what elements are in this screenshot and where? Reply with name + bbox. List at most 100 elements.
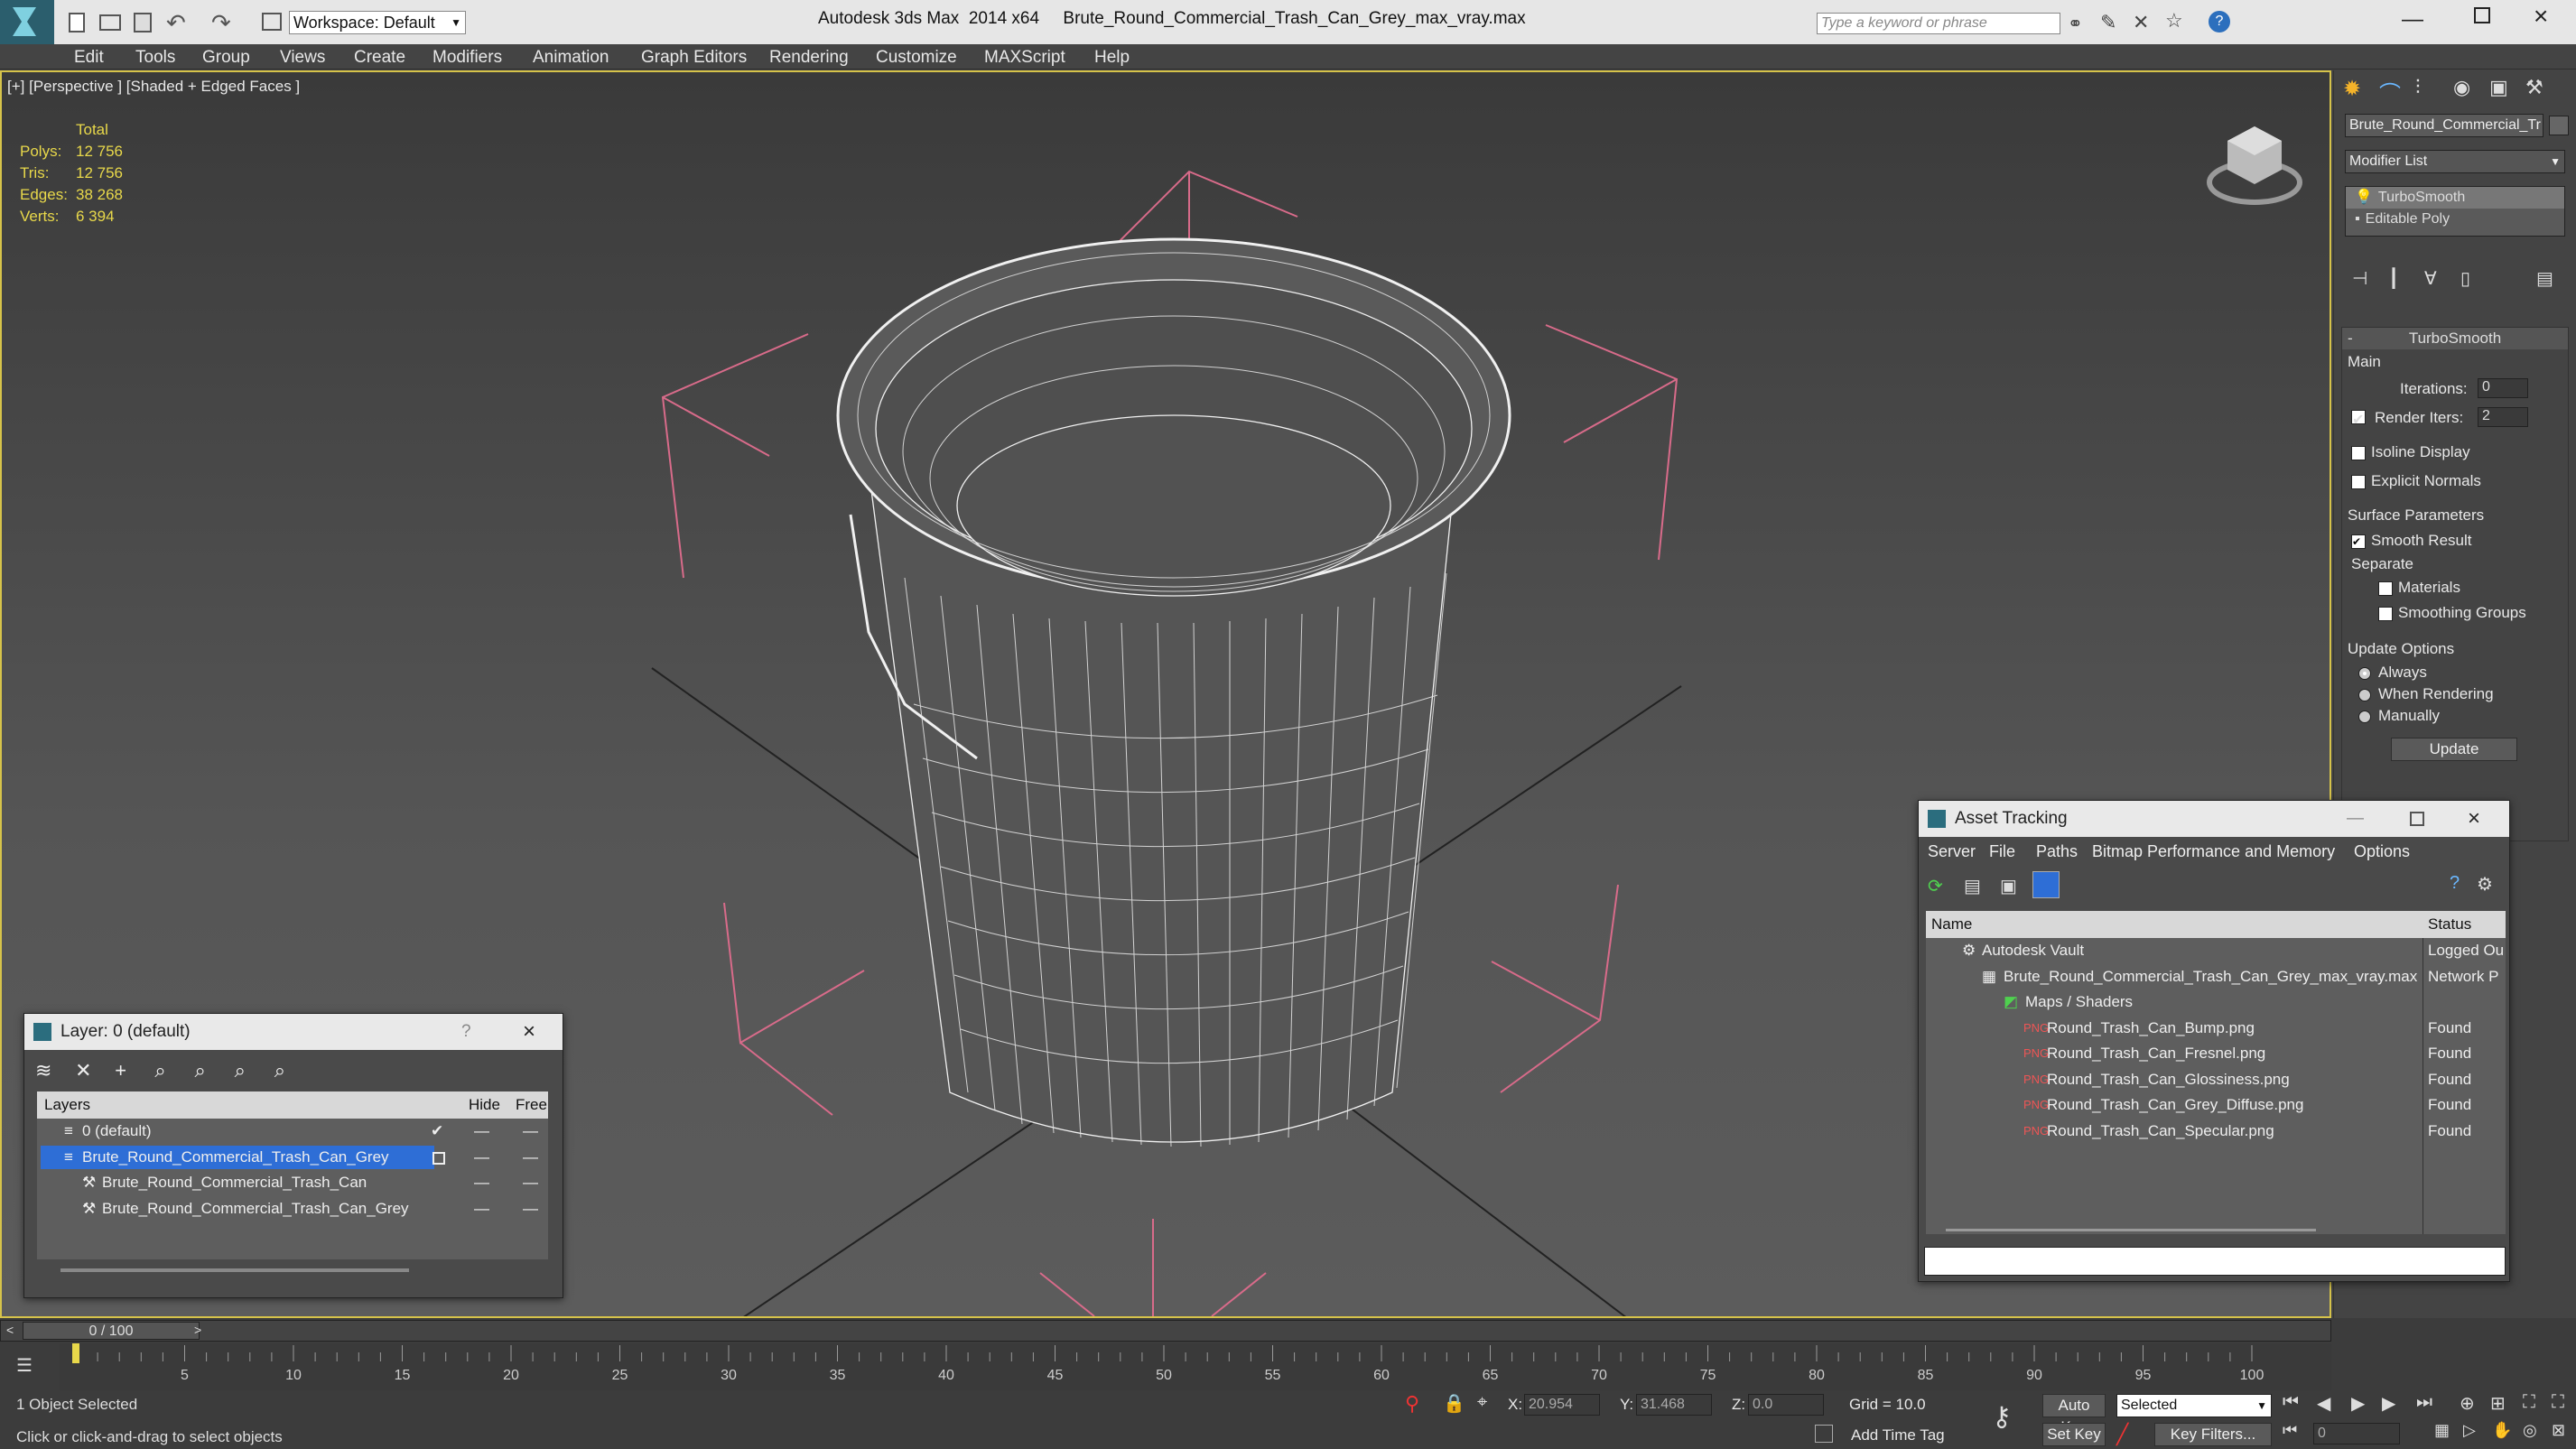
hierarchy-tab-icon[interactable]: ⫶ <box>2415 76 2421 99</box>
checkbox-checked[interactable]: ✔ <box>2351 409 2366 428</box>
delete-layer-icon[interactable]: ✕ <box>75 1059 98 1082</box>
col-hide[interactable]: Hide <box>469 1091 500 1119</box>
highlight-layer-icon[interactable]: ⌕ <box>195 1059 219 1082</box>
asset-row[interactable]: PNG Round_Trash_Can_Glossiness.png Found <box>1926 1067 2506 1093</box>
menu-maxscript[interactable]: MAXScript <box>984 44 1065 71</box>
go-to-end-icon[interactable]: ⏭ <box>2416 1392 2432 1413</box>
menu-tools[interactable]: Tools <box>135 44 175 71</box>
list-view-icon[interactable]: ▤ <box>1964 875 1981 897</box>
project-folder-icon[interactable] <box>262 13 282 31</box>
checkbox-checked[interactable]: ✔ <box>2351 534 2366 549</box>
search-input[interactable]: Type a keyword or phrase <box>1817 13 2060 34</box>
hide-toggle[interactable]: — <box>474 1170 489 1196</box>
zoom-all-icon[interactable]: ⊞ <box>2490 1392 2506 1415</box>
asset-menu-bitmap[interactable]: Bitmap Performance and Memory <box>2092 842 2335 861</box>
layer-hscrollbar[interactable] <box>60 1268 409 1272</box>
add-to-layer-icon[interactable]: + <box>115 1059 138 1082</box>
previous-frame-icon[interactable]: ◀ <box>2317 1392 2330 1415</box>
time-slider[interactable]: < 0 / 100 > <box>0 1320 2331 1342</box>
hide-toggle[interactable]: — <box>474 1119 489 1145</box>
explicit-normals-option[interactable]: Explicit Normals <box>2351 472 2481 490</box>
layer-dialog-title-bar[interactable]: Layer: 0 (default) ? × <box>24 1014 563 1050</box>
make-unique-icon[interactable]: ∀ <box>2424 267 2437 290</box>
configure-sets-icon[interactable]: ▤ <box>2536 267 2553 290</box>
maximize-button[interactable] <box>2410 812 2424 826</box>
new-layer-icon[interactable]: ≋ <box>35 1059 59 1082</box>
go-to-start-icon[interactable]: ⏮ <box>2283 1392 2299 1413</box>
current-frame-field[interactable]: 0 <box>2313 1423 2400 1444</box>
x-coordinate-field[interactable]: 20.954 <box>1524 1394 1600 1416</box>
field-of-view-icon[interactable]: ▷ <box>2463 1421 2476 1440</box>
time-slider-thumb[interactable]: 0 / 100 <box>23 1322 200 1340</box>
current-frame-marker[interactable] <box>72 1343 79 1363</box>
radio[interactable] <box>2358 688 2371 701</box>
asset-row[interactable]: PNG Round_Trash_Can_Fresnel.png Found <box>1926 1041 2506 1067</box>
iterations-spinner[interactable]: 0 <box>2478 378 2528 398</box>
lightbulb-icon[interactable]: 💡 <box>2355 190 2373 205</box>
object-color-swatch[interactable] <box>2549 116 2569 135</box>
asset-menu-paths[interactable]: Paths <box>2036 842 2078 861</box>
checkbox[interactable] <box>2351 474 2366 489</box>
create-tab-icon[interactable]: ✹ <box>2343 76 2361 102</box>
communication-icon[interactable]: ✎ <box>2100 11 2116 34</box>
freeze-toggle[interactable]: — <box>523 1196 538 1222</box>
asset-row[interactable]: ⚙ Autodesk Vault Logged Ou <box>1926 938 2506 964</box>
modifier-stack-item[interactable]: 💡 TurboSmooth <box>2346 187 2564 209</box>
layer-row[interactable]: ⚒ Brute_Round_Commercial_Trash_Can_Grey — — <box>37 1196 548 1222</box>
menu-help[interactable]: Help <box>1094 44 1130 71</box>
layer-row[interactable]: ⚒ Brute_Round_Commercial_Trash_Can — — <box>37 1170 548 1196</box>
pan-icon[interactable]: ✋ <box>2492 1421 2512 1440</box>
materials-option[interactable]: Materials <box>2378 579 2460 597</box>
modifier-list-dropdown[interactable]: Modifier List ▼ <box>2345 150 2565 173</box>
set-key-icon[interactable]: ╱ <box>2116 1423 2128 1446</box>
z-coordinate-field[interactable]: 0.0 <box>1748 1394 1824 1416</box>
asset-menu-server[interactable]: Server <box>1928 842 1976 861</box>
orbit-icon[interactable]: ◎ <box>2523 1421 2537 1440</box>
hide-all-icon[interactable]: ⌕ <box>235 1059 258 1082</box>
menu-group[interactable]: Group <box>202 44 250 71</box>
help-icon[interactable]: ? <box>2450 873 2460 894</box>
close-icon[interactable]: × <box>523 1014 535 1050</box>
radio[interactable] <box>2358 710 2371 723</box>
rollout-header[interactable]: - TurboSmooth <box>2342 328 2568 349</box>
settings-icon[interactable]: ⚙ <box>2477 873 2493 896</box>
expand-icon[interactable]: ▪ <box>2355 211 2360 227</box>
track-bar[interactable]: 5 10 15 20 25 30 35 40 45 50 55 60 65 70 75 80 85 90 95 100 <box>60 1343 2331 1390</box>
selection-set-dropdown[interactable]: Selected ▼ <box>2116 1394 2272 1417</box>
asset-row[interactable]: ◩ Maps / Shaders <box>1926 989 2506 1016</box>
help-icon[interactable]: ? <box>2209 11 2230 33</box>
save-file-icon[interactable] <box>134 13 152 33</box>
show-end-result-icon[interactable]: ┃ <box>2388 267 2399 290</box>
lock-selection-icon[interactable]: 🔒 <box>1443 1392 1465 1415</box>
redo-icon[interactable]: ↷ <box>211 9 231 37</box>
col-status[interactable]: Status <box>2428 911 2471 938</box>
next-frame-icon[interactable]: > <box>194 1323 201 1337</box>
next-frame-icon[interactable]: ▶ <box>2382 1392 2395 1415</box>
asset-path-field[interactable] <box>1924 1247 2506 1276</box>
freeze-toggle[interactable]: — <box>523 1170 538 1196</box>
freeze-all-icon[interactable]: ⌕ <box>274 1059 298 1082</box>
zoom-icon[interactable]: ⊕ <box>2460 1392 2475 1415</box>
maximize-button[interactable] <box>2474 7 2490 23</box>
asset-tracking-title-bar[interactable]: Asset Tracking — × <box>1919 801 2509 837</box>
isolate-icon[interactable]: ⚲ <box>1405 1392 1419 1416</box>
refresh-icon[interactable]: ⟳ <box>1928 875 1943 897</box>
utilities-tab-icon[interactable]: ⚒ <box>2525 76 2543 99</box>
freeze-toggle[interactable]: — <box>523 1119 538 1145</box>
zoom-extents-icon[interactable]: ⛶ <box>2523 1392 2535 1413</box>
menu-views[interactable]: Views <box>280 44 325 71</box>
modifier-stack-item[interactable]: ▪ Editable Poly <box>2346 209 2564 230</box>
menu-customize[interactable]: Customize <box>876 44 957 71</box>
col-layers[interactable]: Layers <box>44 1091 90 1119</box>
menu-create[interactable]: Create <box>354 44 405 71</box>
update-button[interactable]: Update <box>2391 738 2517 761</box>
close-button[interactable]: × <box>2534 2 2548 31</box>
asset-menu-options[interactable]: Options <box>2354 842 2410 861</box>
binoculars-icon[interactable]: ⚭ <box>2068 13 2083 35</box>
asset-row[interactable]: ▦ Brute_Round_Commercial_Trash_Can_Grey_m… <box>1926 964 2506 990</box>
minimize-button[interactable]: — <box>2347 801 2364 837</box>
key-mode-icon[interactable]: ⏮ <box>2283 1421 2297 1440</box>
smooth-result-option[interactable]: ✔ Smooth Result <box>2351 532 2472 550</box>
thumbnail-icon[interactable]: ▣ <box>2000 875 2017 897</box>
render-iters-checkbox[interactable]: ✔ <box>2351 409 2371 428</box>
